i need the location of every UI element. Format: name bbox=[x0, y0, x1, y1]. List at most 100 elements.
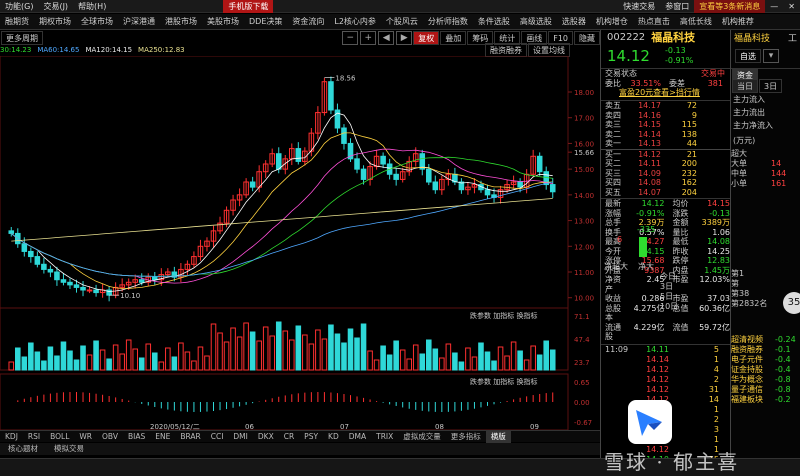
indicator-tab[interactable]: DMA bbox=[344, 431, 371, 443]
menu-item-help[interactable]: 帮助(H) bbox=[73, 0, 111, 13]
overlay-button[interactable]: 叠加 bbox=[440, 31, 467, 45]
nav-item[interactable]: 机构增仓 bbox=[591, 14, 633, 30]
nav-item[interactable]: DDE决策 bbox=[244, 14, 287, 30]
volume-bar bbox=[165, 347, 171, 371]
tab-3day[interactable]: 3日 bbox=[759, 79, 783, 93]
volume-bar bbox=[543, 340, 549, 371]
mobile-download-button[interactable]: 手机版下载 bbox=[223, 0, 274, 13]
nav-item[interactable]: 资金流向 bbox=[287, 14, 329, 30]
nav-item[interactable]: 选股器 bbox=[557, 14, 591, 30]
volume-bar bbox=[21, 356, 28, 371]
indicator-tab[interactable]: DKX bbox=[253, 431, 279, 443]
dropdown-icon[interactable]: ▾ bbox=[763, 49, 779, 63]
volume-bar bbox=[302, 334, 308, 371]
volume-bar bbox=[73, 359, 80, 371]
nav-item[interactable]: 美股市场 bbox=[202, 14, 244, 30]
volume-bar bbox=[465, 347, 471, 371]
concept-item[interactable]: 融资融券 -0.1 bbox=[731, 345, 800, 355]
nav-item[interactable]: 融期货 bbox=[0, 14, 34, 30]
minus-icon[interactable]: − bbox=[342, 31, 359, 45]
nav-item[interactable]: 条件选股 bbox=[473, 14, 515, 30]
brand-short: 工 bbox=[787, 33, 797, 44]
indicator-tab[interactable]: OBV bbox=[97, 431, 123, 443]
fuquan-button[interactable]: 复权 bbox=[413, 31, 440, 45]
concept-item[interactable]: 福建板块 -0.2 bbox=[731, 395, 800, 405]
indicator-tab[interactable]: DMI bbox=[228, 431, 252, 443]
nav-item[interactable]: 个股风云 bbox=[381, 14, 423, 30]
nav-item[interactable]: 期权市场 bbox=[34, 14, 76, 30]
volume-bar bbox=[249, 331, 256, 371]
message-notice[interactable]: 宣看等3条新消息 bbox=[694, 0, 766, 13]
concept-item[interactable]: 超清视频 -0.24 bbox=[731, 335, 800, 345]
ask-row: 卖一 14.13 44 bbox=[605, 139, 697, 148]
period-button[interactable]: 更多周期 bbox=[1, 31, 43, 45]
ma-line bbox=[11, 156, 553, 277]
indicator-tab[interactable]: BIAS bbox=[123, 431, 150, 443]
nav-item[interactable]: 沪深港通 bbox=[118, 14, 160, 30]
ma120-value: MA120:14.15 bbox=[85, 46, 133, 54]
close-icon[interactable]: ✕ bbox=[783, 0, 800, 13]
webi-value: 33.51% bbox=[630, 78, 661, 88]
watermark: 雪球 · 郁主喜 bbox=[604, 450, 740, 474]
plus-icon[interactable]: + bbox=[360, 31, 377, 45]
volume-bar bbox=[34, 351, 41, 371]
tab-core-theme[interactable]: 核心题材 bbox=[0, 443, 46, 455]
indicator-tab[interactable]: CCI bbox=[206, 431, 229, 443]
hide-button[interactable]: 隐藏 bbox=[574, 31, 600, 45]
concept-item[interactable]: 华为概念 -0.8 bbox=[731, 375, 800, 385]
menu-item-trade[interactable]: 交易(J) bbox=[38, 0, 73, 13]
candle-body bbox=[426, 168, 432, 183]
bottom-subtabs: 核心题材 模拟交易 bbox=[0, 443, 600, 455]
nav-item[interactable]: 高级选股 bbox=[515, 14, 557, 30]
tab-sim-trade[interactable]: 模拟交易 bbox=[46, 443, 92, 455]
candle-body bbox=[432, 181, 439, 191]
indicator-tab[interactable]: 更多指标 bbox=[446, 431, 486, 443]
kline-chart[interactable]: 18.00 17.00 16.0015.66 15.00 14.00 13.00 12.00… bbox=[0, 56, 600, 430]
concept-item[interactable]: 证金持股 -0.4 bbox=[731, 365, 800, 375]
indicator-tab[interactable]: WR bbox=[74, 431, 97, 443]
annotation-label: 18.56 bbox=[335, 75, 356, 83]
right-arrow-icon[interactable]: ▶ bbox=[396, 31, 413, 45]
multi-window-button[interactable]: 参窗口 bbox=[660, 0, 694, 13]
indicator-tab[interactable]: PSY bbox=[299, 431, 323, 443]
menu-item-function[interactable]: 功能(G) bbox=[0, 0, 38, 13]
stat-row: 流通股 4.229亿 流值 59.72亿 bbox=[605, 322, 730, 342]
xueqiu-logo bbox=[628, 400, 672, 444]
nav-item[interactable]: 港股市场 bbox=[160, 14, 202, 30]
indicator-tab[interactable]: KD bbox=[323, 431, 344, 443]
y-tick-label: 10.00 bbox=[574, 295, 594, 303]
add-watchlist-button[interactable]: 自选 bbox=[735, 49, 761, 63]
indicator-tab[interactable]: 虚拟成交量 bbox=[398, 431, 446, 443]
nav-item[interactable]: L2核心内参 bbox=[329, 14, 381, 30]
candle-body bbox=[275, 153, 282, 170]
indicator-tab[interactable]: 横版 bbox=[485, 430, 511, 443]
nav-item[interactable]: 热点直击 bbox=[633, 14, 675, 30]
nav-item[interactable]: 分析师指数 bbox=[423, 14, 473, 30]
volume-bar bbox=[112, 344, 119, 371]
indicator-tab[interactable]: BRAR bbox=[175, 431, 205, 443]
candle-body bbox=[536, 155, 543, 173]
indicator-tab[interactable]: RSI bbox=[23, 431, 45, 443]
indicator-tab[interactable]: CR bbox=[279, 431, 299, 443]
volume-bar bbox=[308, 343, 315, 371]
level2-promo-link[interactable]: 富盈20元查看>挡行情 bbox=[601, 88, 730, 100]
left-arrow-icon[interactable]: ◀ bbox=[378, 31, 395, 45]
nav-item[interactable]: 机构推荐 bbox=[717, 14, 759, 30]
concept-item[interactable]: 量子通信 -0.8 bbox=[731, 385, 800, 395]
concept-item[interactable]: 电子元件 -0.4 bbox=[731, 355, 800, 365]
ma-settings-button[interactable]: 设置均线 bbox=[528, 43, 570, 57]
quick-trade-button[interactable]: 快速交易 bbox=[618, 0, 660, 13]
volume-bar bbox=[191, 360, 197, 371]
indicator-tab[interactable]: KDJ bbox=[0, 431, 23, 443]
financing-button[interactable]: 融资融券 bbox=[485, 43, 527, 57]
minimize-icon[interactable]: — bbox=[765, 0, 783, 13]
volume-bar bbox=[210, 323, 217, 371]
volume-bar bbox=[138, 357, 145, 371]
nav-item[interactable]: 全球市场 bbox=[76, 14, 118, 30]
indicator-tab[interactable]: BOLL bbox=[45, 431, 74, 443]
indicator-tab[interactable]: ENE bbox=[150, 431, 175, 443]
tab-today[interactable]: 当日 bbox=[732, 79, 758, 93]
candle-body bbox=[93, 289, 99, 294]
nav-item[interactable]: 高低长线 bbox=[675, 14, 717, 30]
indicator-tab[interactable]: TRIX bbox=[371, 431, 398, 443]
